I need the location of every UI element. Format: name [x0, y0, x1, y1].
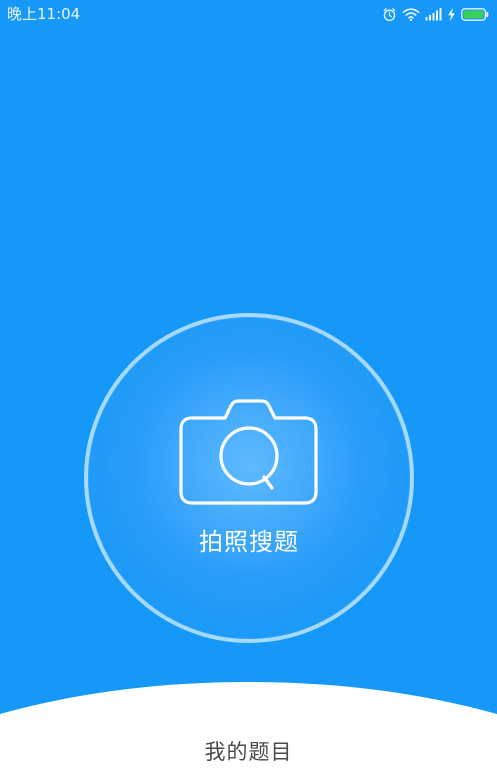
camera-search-icon	[178, 397, 320, 509]
signal-icon	[425, 7, 442, 21]
battery-icon	[461, 7, 489, 21]
photo-search-label: 拍照搜题	[199, 528, 299, 556]
charging-icon	[447, 7, 456, 22]
photo-search-button[interactable]: 拍照搜题	[84, 313, 414, 643]
status-time: 晚上11:04	[7, 5, 81, 23]
wifi-icon	[402, 7, 420, 22]
alarm-icon	[382, 7, 397, 22]
status-bar: 晚上11:04	[0, 0, 497, 28]
status-icons	[382, 5, 489, 23]
my-questions-tab[interactable]: 我的题目	[0, 739, 497, 765]
